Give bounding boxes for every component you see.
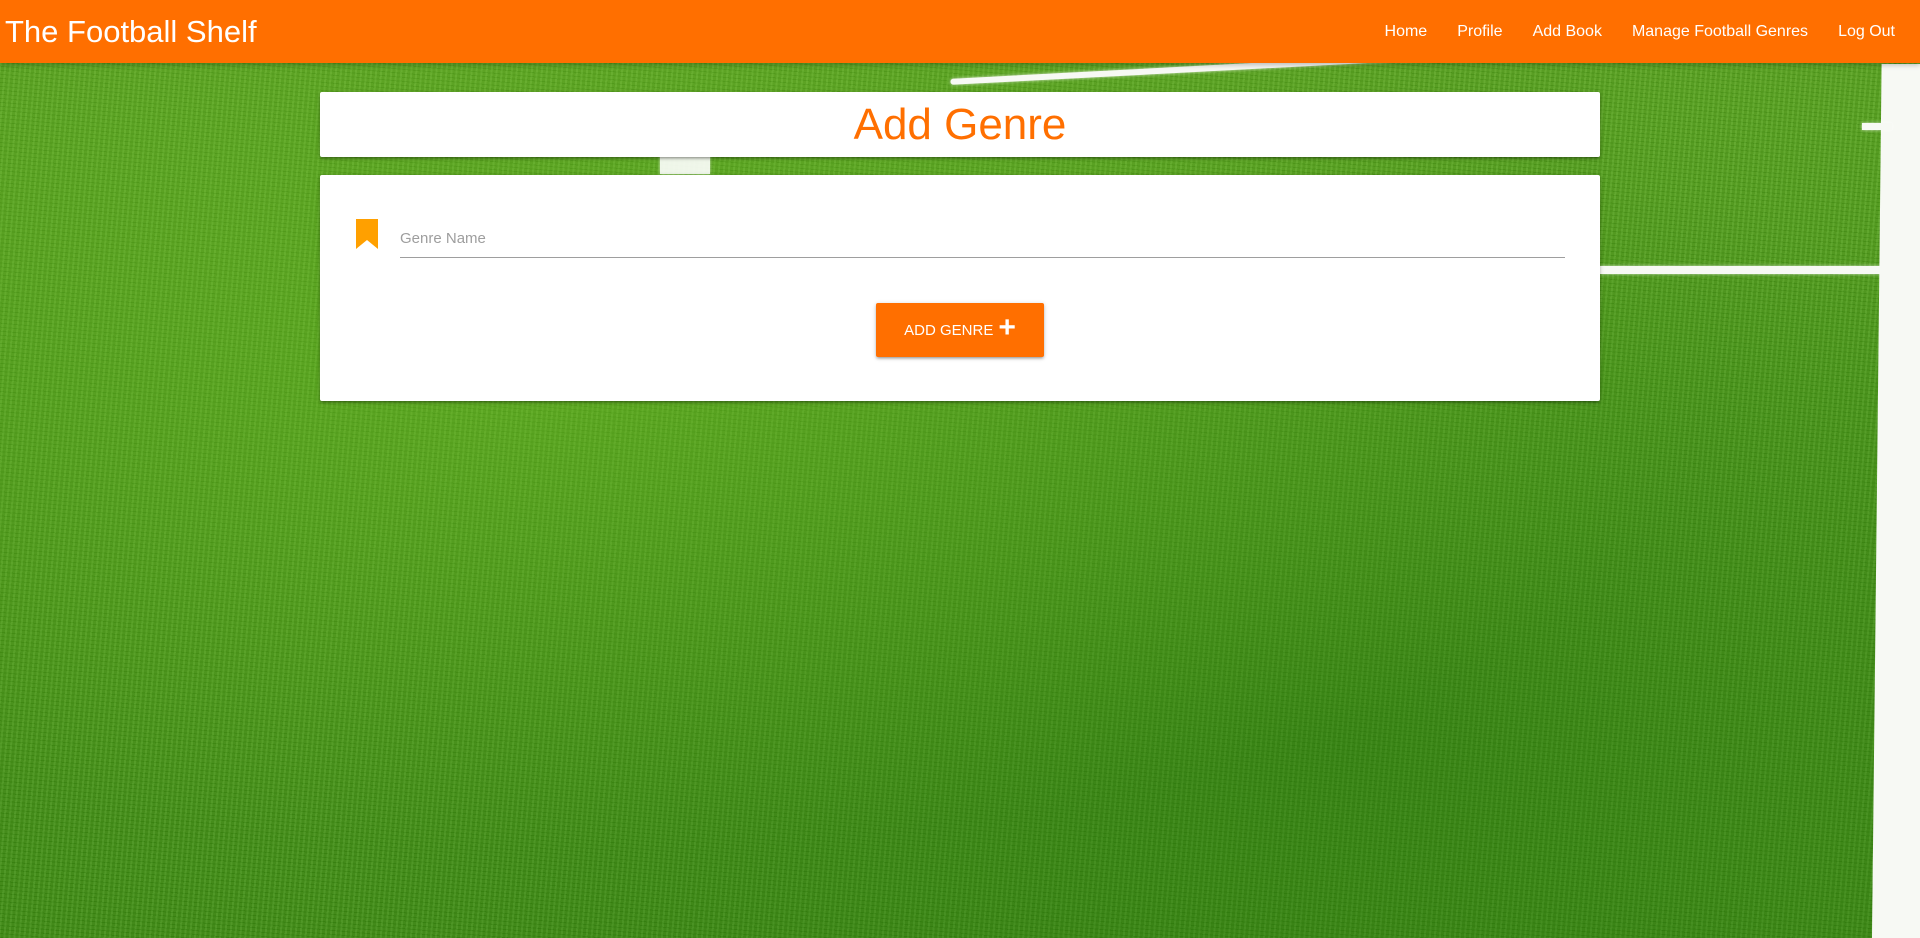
nav-links: Home Profile Add Book Manage Football Ge… [1370,23,1910,41]
pitch-line-touchline [1872,64,1920,938]
nav-link-home[interactable]: Home [1370,23,1443,41]
bookmark-icon [355,219,379,249]
nav-link-profile[interactable]: Profile [1442,23,1517,41]
title-card: Add Genre [320,92,1600,157]
nav-link-log-out[interactable]: Log Out [1823,23,1910,41]
add-genre-button-label: Add Genre [904,321,994,339]
pitch-line-fragment [660,154,710,174]
add-genre-button[interactable]: Add Genre + [876,303,1044,357]
genre-name-input[interactable] [400,219,1565,258]
pitch-line-horizontal [1600,266,1885,274]
add-genre-form-card: Add Genre + [320,175,1600,401]
page-title: Add Genre [853,99,1067,149]
nav-link-manage-genres[interactable]: Manage Football Genres [1617,23,1823,41]
plus-icon: + [998,311,1016,344]
top-navbar: The Football Shelf Home Profile Add Book… [0,0,1920,63]
pitch-line-mark [1862,123,1892,130]
brand-logo-link[interactable]: The Football Shelf [5,14,257,50]
genre-name-field-row [355,219,1565,259]
nav-link-add-book[interactable]: Add Book [1518,23,1617,41]
